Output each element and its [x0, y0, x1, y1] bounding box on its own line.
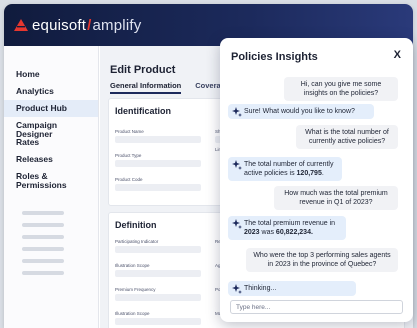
- close-button[interactable]: X: [394, 49, 401, 61]
- definition-title: Definition: [115, 220, 157, 230]
- panel-title: Policies Insights: [231, 51, 318, 63]
- sidebar-item-home[interactable]: Home: [4, 66, 98, 83]
- placeholder-bar: [22, 211, 64, 215]
- sparkle-icon: [232, 219, 242, 229]
- field-label: Illustration Scope: [115, 263, 150, 268]
- identification-title: Identification: [115, 106, 171, 116]
- sidebar: Home Analytics Product Hub Campaign Desi…: [4, 46, 99, 328]
- field-label: Product Type: [115, 153, 142, 158]
- logo-separator: /: [87, 16, 92, 34]
- product-type-field[interactable]: [115, 160, 201, 167]
- illustration-scope-field-2[interactable]: [115, 318, 201, 325]
- placeholder-bar: [22, 247, 64, 251]
- sidebar-item-roles-permissions[interactable]: Roles & Permissions: [4, 168, 98, 190]
- user-message: Hi, can you give me some insights on the…: [284, 77, 398, 101]
- placeholder-bar: [22, 223, 64, 227]
- thinking-indicator: Thinking...: [244, 285, 277, 292]
- logo-sub: amplify: [92, 16, 142, 34]
- user-message: Who were the top 3 performing sales agen…: [246, 248, 398, 272]
- field-label: Product Code: [115, 177, 143, 182]
- participating-indicator-field[interactable]: [115, 246, 201, 253]
- assistant-message-text: Sure! What would you like to know?: [244, 108, 355, 115]
- field-label: Illustration Scope: [115, 311, 150, 316]
- placeholder-bar: [22, 259, 64, 263]
- policies-insights-panel: Policies Insights X Hi, can you give me …: [220, 38, 413, 322]
- field-label: Premium Frequency: [115, 287, 156, 292]
- user-message: How much was the total premium revenue i…: [274, 186, 398, 210]
- assistant-message: The total premium revenue in 2023 was 60…: [228, 216, 346, 240]
- illustration-scope-field[interactable]: [115, 270, 201, 277]
- product-code-field[interactable]: [115, 184, 201, 191]
- sidebar-item-product-hub[interactable]: Product Hub: [4, 100, 98, 117]
- assistant-message: The total number of currently active pol…: [228, 157, 342, 181]
- sparkle-icon: [232, 107, 242, 117]
- tab-general-information[interactable]: General Information: [110, 81, 182, 94]
- active-policies-value: 120,795: [296, 170, 322, 177]
- placeholder-bar: [22, 271, 64, 275]
- sidebar-item-analytics[interactable]: Analytics: [4, 83, 98, 100]
- equisoft-logo-icon: [14, 19, 28, 31]
- sidebar-item-campaign-designer[interactable]: Campaign Designer: [4, 117, 98, 139]
- assistant-message: Sure! What would you like to know?: [228, 104, 374, 119]
- field-label: Product Name: [115, 129, 144, 134]
- assistant-message-text: was: [259, 229, 276, 236]
- field-label: Participating Indicator: [115, 239, 159, 244]
- sidebar-item-releases[interactable]: Releases: [4, 151, 98, 168]
- assistant-message-text: .: [321, 170, 324, 177]
- chat-input[interactable]: Type here...: [230, 300, 403, 314]
- tab-bar: General Information Coverage: [110, 81, 229, 94]
- year-value: 2023: [244, 229, 260, 236]
- premium-frequency-field[interactable]: [115, 294, 201, 301]
- user-message: What is the total number of currently ac…: [296, 125, 398, 149]
- sparkle-icon: [232, 160, 242, 170]
- assistant-message: Thinking...: [228, 281, 356, 296]
- sparkle-icon: [232, 284, 242, 294]
- logo-main: equisoft: [32, 16, 87, 34]
- product-name-field[interactable]: [115, 136, 201, 143]
- premium-revenue-value: 60,822,234.: [275, 229, 313, 236]
- assistant-message-text: The total premium revenue in: [244, 220, 336, 227]
- placeholder-bar: [22, 235, 64, 239]
- brand-logo[interactable]: equisoft/amplify: [32, 17, 141, 34]
- page-title: Edit Product: [110, 64, 176, 76]
